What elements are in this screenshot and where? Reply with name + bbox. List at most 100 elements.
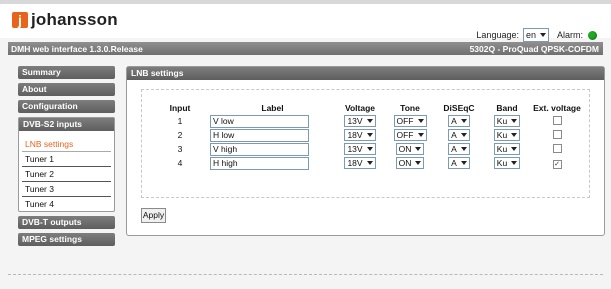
sidebar-item-mpeg-settings[interactable]: MPEG settings [18,233,115,246]
voltage-value: 18V [347,158,363,168]
sidebar-group-dvbs2: DVB-S2 inputs LNB settings Tuner 1 Tuner… [18,117,115,212]
diseqc-value: A [451,158,457,168]
chevron-down-icon [366,119,373,123]
chevron-down-icon [366,147,373,151]
label-input[interactable]: H low [210,128,309,142]
panel-title: LNB settings [127,67,604,80]
chevron-down-icon [460,147,467,151]
sidebar-item-tuner-1[interactable]: Tuner 1 [22,152,111,167]
chevron-down-icon [460,119,467,123]
apply-button[interactable]: Apply [141,208,166,223]
col-tone: Tone [400,103,420,113]
voltage-value: 18V [347,130,363,140]
chevron-down-icon [511,161,518,165]
col-diseqc: DiSEqC [443,103,475,113]
voltage-select[interactable]: 18V [344,129,376,141]
tone-value: ON [398,158,412,168]
tone-select[interactable]: OFF [393,115,427,127]
label-input[interactable]: H high [210,156,309,170]
language-area: Language: en Alarm: [476,28,597,42]
header: j johansson Language: en Alarm: [0,4,611,42]
band-select[interactable]: Ku [493,115,521,127]
logo-icon: j [12,12,28,28]
sidebar-item-lnb-settings[interactable]: LNB settings [22,137,111,152]
input-number: 1 [177,116,183,126]
tone-value: ON [398,144,412,154]
main-panel: LNB settings Input Label Voltage Tone Di… [126,66,605,236]
footer-divider [8,274,603,275]
col-label: Label [261,103,284,113]
app-title: DMH web interface 1.3.0.Release [11,44,143,54]
band-select[interactable]: Ku [493,157,521,169]
chevron-down-icon [366,161,373,165]
sidebar-item-tuner-4[interactable]: Tuner 4 [22,197,111,211]
chevron-down-icon [511,133,518,137]
logo: j johansson [12,10,118,30]
input-number: 2 [177,130,183,140]
sidebar-item-configuration[interactable]: Configuration [18,100,115,113]
voltage-value: 13V [347,144,363,154]
band-value: Ku [496,116,508,126]
col-input: Input [169,103,191,113]
chevron-down-icon [511,119,518,123]
lnb-table-box: Input Label Voltage Tone DiSEqC Band Ext… [141,89,590,198]
ext-voltage-checkbox[interactable] [552,129,562,139]
language-label: Language: [476,30,519,40]
alarm-status-icon [588,30,597,40]
band-value: Ku [496,130,508,140]
diseqc-value: A [451,144,457,154]
tone-select[interactable]: ON [395,157,425,169]
diseqc-select[interactable]: A [448,143,470,155]
table-row: 4 H high 18V ON A Ku ✓ [150,156,583,170]
language-select[interactable]: en [522,28,549,42]
voltage-value: 13V [347,116,363,126]
diseqc-value: A [451,116,457,126]
chevron-down-icon [415,147,422,151]
col-band: Band [496,103,518,113]
sidebar-item-tuner-2[interactable]: Tuner 2 [22,167,111,182]
ext-voltage-checkbox[interactable] [552,115,562,125]
voltage-select[interactable]: 13V [344,115,376,127]
diseqc-select[interactable]: A [448,129,470,141]
language-value: en [525,30,536,40]
chevron-down-icon [366,133,373,137]
chevron-down-icon [539,33,546,37]
diseqc-value: A [451,130,457,140]
table-row: 2 H low 18V OFF A Ku [150,128,583,142]
chevron-down-icon [417,119,424,123]
sidebar-item-about[interactable]: About [18,83,115,96]
tone-value: OFF [396,116,414,126]
diseqc-select[interactable]: A [448,157,470,169]
tone-value: OFF [396,130,414,140]
band-select[interactable]: Ku [493,129,521,141]
voltage-select[interactable]: 13V [344,143,376,155]
sidebar-item-dvbs2-inputs[interactable]: DVB-S2 inputs [19,118,114,131]
table-row: 1 V low 13V OFF A Ku [150,114,583,128]
device-title: 5302Q - ProQuad QPSK-COFDM [469,44,599,54]
chevron-down-icon [417,133,424,137]
label-input[interactable]: V low [210,114,309,128]
ext-voltage-checkbox[interactable] [552,143,562,153]
tone-select[interactable]: ON [395,143,425,155]
table-row: 3 V high 13V ON A Ku [150,142,583,156]
chevron-down-icon [460,161,467,165]
label-input[interactable]: V high [210,142,309,156]
ext-voltage-checkbox[interactable]: ✓ [552,159,562,169]
band-select[interactable]: Ku [493,143,521,155]
tone-select[interactable]: OFF [393,129,427,141]
title-bar: DMH web interface 1.3.0.Release 5302Q - … [8,42,603,55]
voltage-select[interactable]: 18V [344,157,376,169]
col-voltage: Voltage [344,103,376,113]
chevron-down-icon [511,147,518,151]
band-value: Ku [496,144,508,154]
sidebar-item-tuner-3[interactable]: Tuner 3 [22,182,111,197]
col-ext-voltage: Ext. voltage [533,103,581,113]
input-number: 3 [177,144,183,154]
sidebar-item-summary[interactable]: Summary [18,66,115,79]
diseqc-select[interactable]: A [448,115,470,127]
logo-text: johansson [31,10,118,29]
sidebar-item-dvbt-outputs[interactable]: DVB-T outputs [18,216,115,229]
band-value: Ku [496,158,508,168]
chevron-down-icon [460,133,467,137]
input-number: 4 [177,158,183,168]
